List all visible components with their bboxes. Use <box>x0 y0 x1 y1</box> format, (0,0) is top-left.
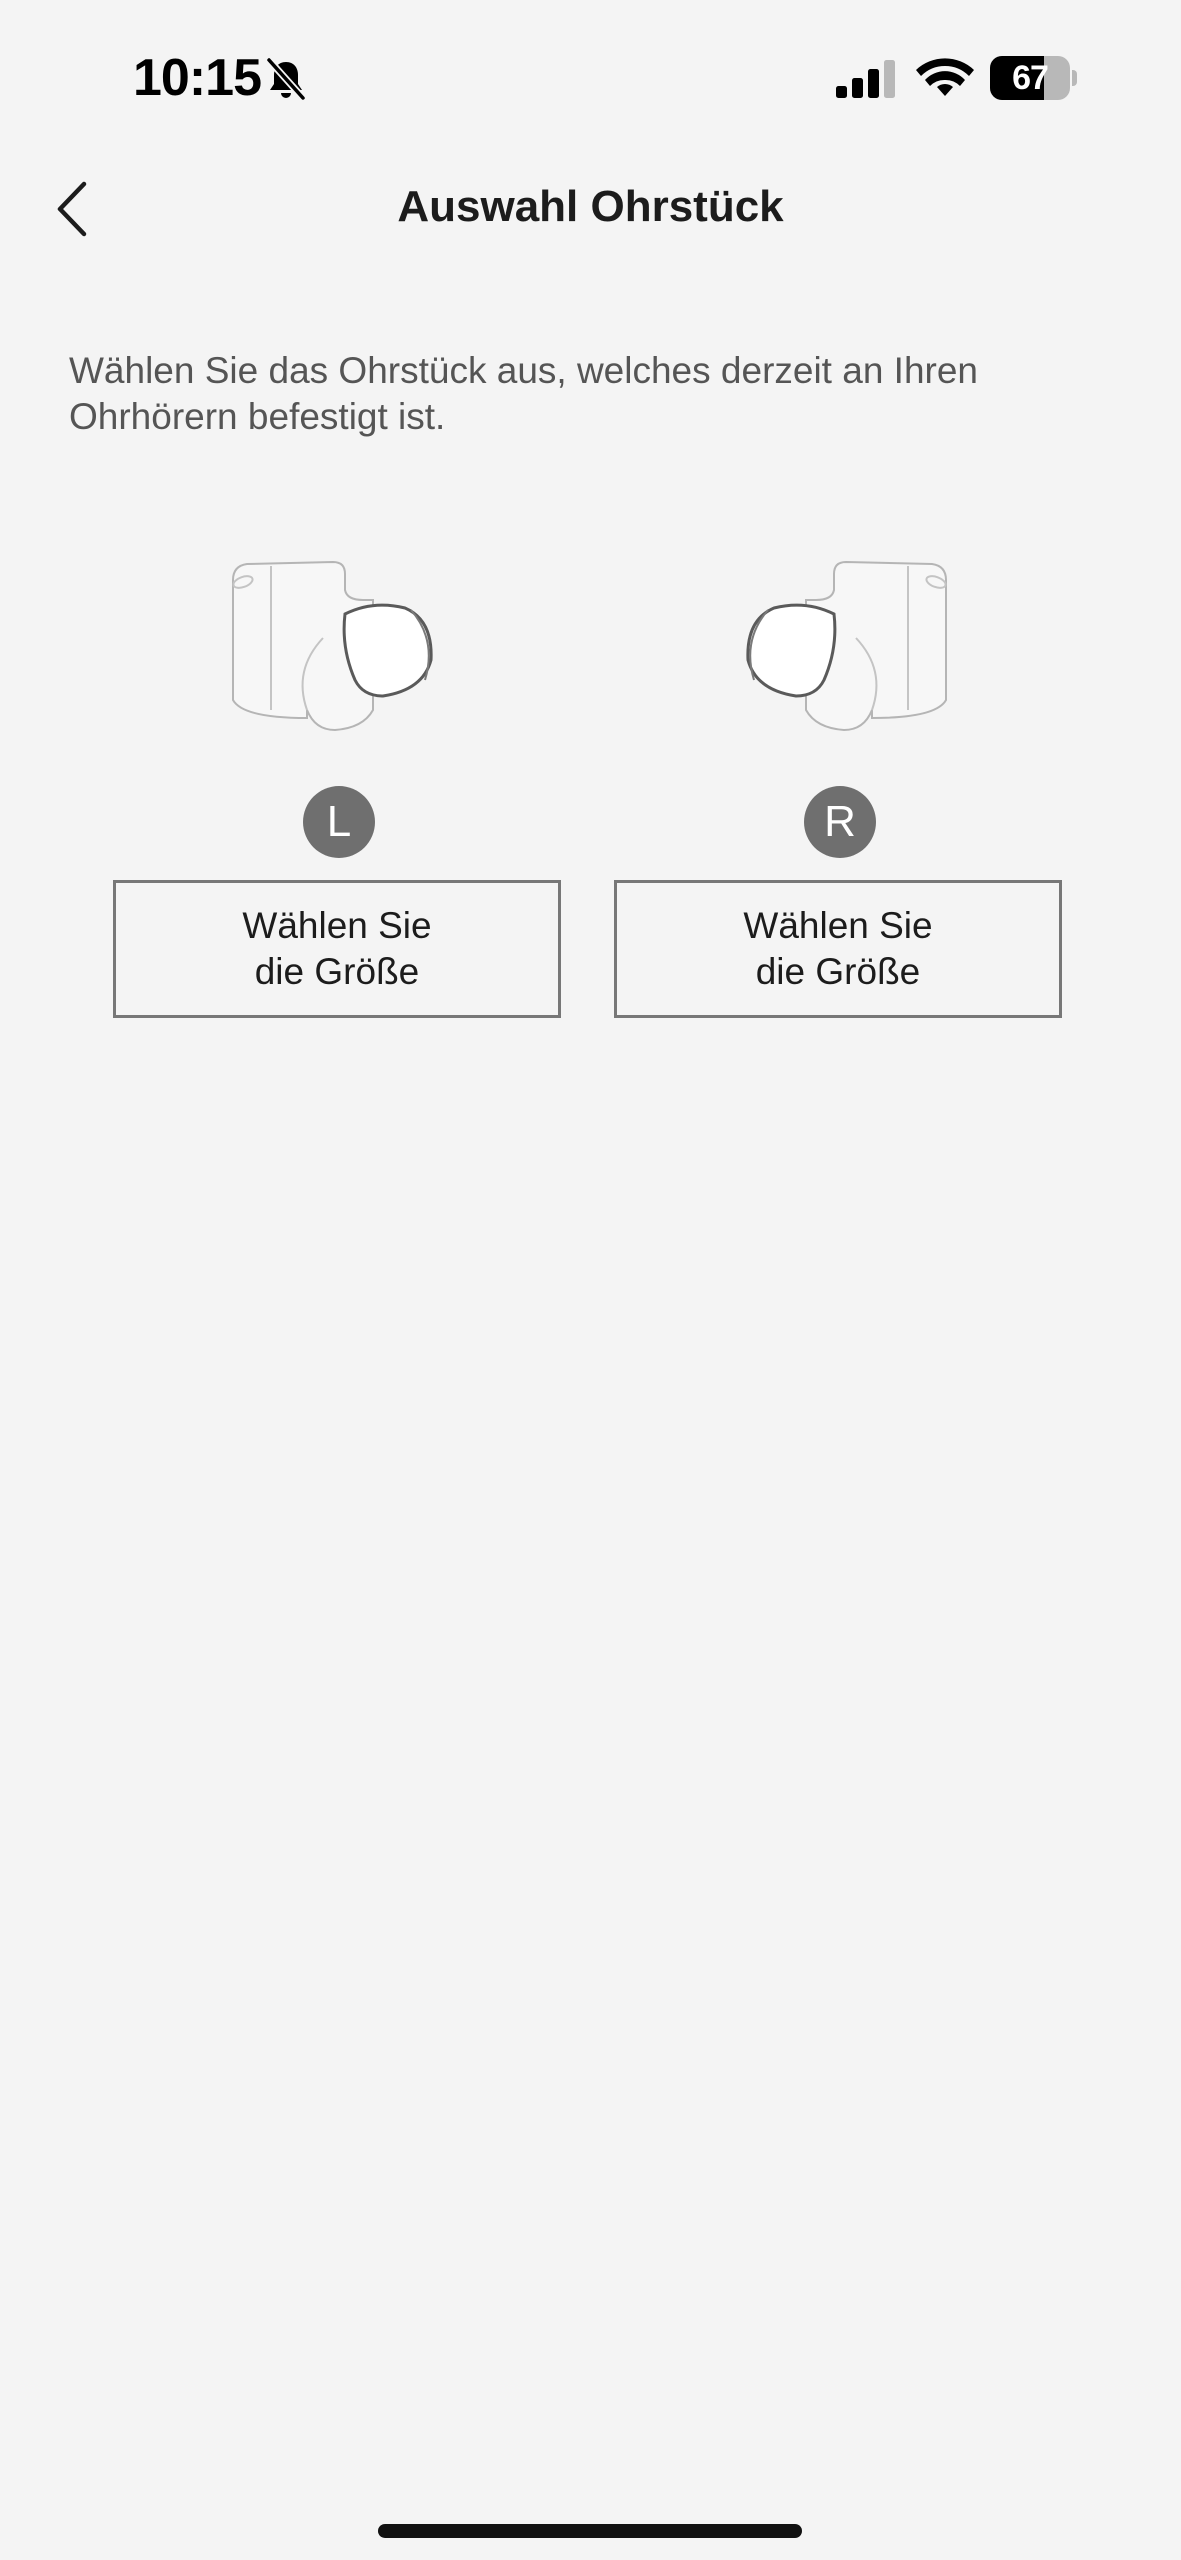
left-earbud-illustration <box>223 560 453 750</box>
home-indicator[interactable] <box>378 2524 802 2538</box>
right-side-badge: R <box>804 786 876 858</box>
left-earpiece-section: L Wählen Sie die Größe <box>113 560 565 1030</box>
right-select-size-line2: die Größe <box>755 951 921 992</box>
wifi-icon <box>916 56 974 100</box>
left-side-badge: L <box>303 786 375 858</box>
page-title: Auswahl Ohrstück <box>397 182 784 231</box>
right-select-size-button[interactable]: Wählen Sie die Größe <box>614 880 1062 1018</box>
battery-icon: 67 <box>990 56 1077 100</box>
status-bar: 10:15 67 <box>0 0 1181 160</box>
right-earbud-illustration <box>726 560 956 750</box>
bell-slash-icon <box>263 56 309 102</box>
left-select-size-line2: die Größe <box>254 951 420 992</box>
right-select-size-line1: Wählen Sie <box>743 905 933 946</box>
instruction-text: Wählen Sie das Ohrstück aus, welches der… <box>69 350 979 437</box>
battery-level: 67 <box>1012 59 1049 97</box>
nav-bar: Auswahl Ohrstück <box>0 160 1181 260</box>
cellular-signal-icon <box>836 60 898 100</box>
status-time: 10:15 <box>133 49 262 107</box>
left-select-size-button[interactable]: Wählen Sie die Größe <box>113 880 561 1018</box>
right-earpiece-section: R Wählen Sie die Größe <box>614 560 1066 1030</box>
left-select-size-line1: Wählen Sie <box>242 905 432 946</box>
